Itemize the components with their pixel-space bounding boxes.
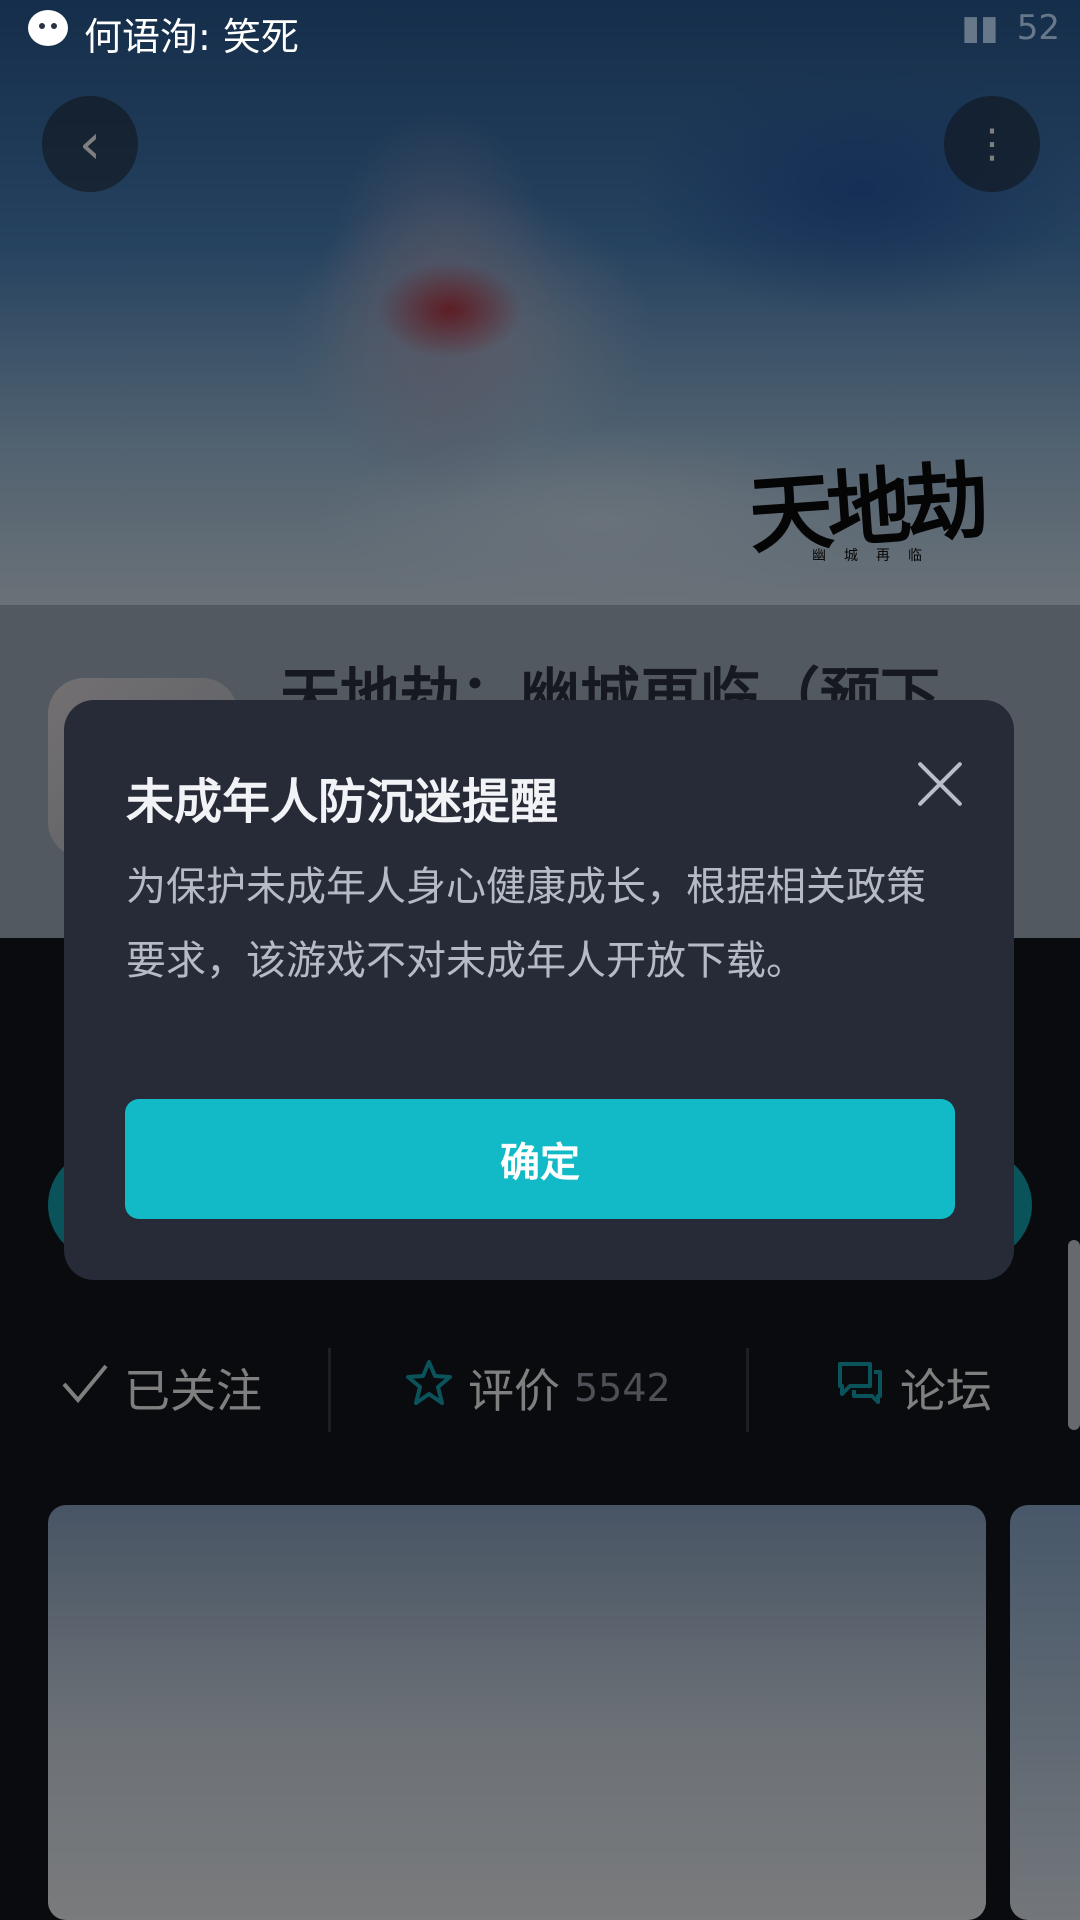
status-bar: 何语洵: 笑死 ▮▮ 52	[0, 0, 1080, 59]
dialog-title: 未成年人防沉迷提醒	[126, 774, 559, 830]
anti-addiction-dialog: 未成年人防沉迷提醒 为保护未成年人身心健康成长，根据相关政策要求，该游戏不对未成…	[64, 700, 1014, 1280]
close-icon[interactable]	[908, 752, 972, 816]
battery-level: 52	[1016, 8, 1060, 48]
status-icons: ▮▮ 52	[961, 8, 1060, 48]
notification-text: 何语洵: 笑死	[84, 15, 299, 59]
dialog-message: 为保护未成年人身心健康成长，根据相关政策要求，该游戏不对未成年人开放下载。	[126, 864, 926, 984]
confirm-button[interactable]: 确定	[125, 1099, 955, 1219]
wechat-icon	[28, 10, 68, 46]
signal-icon: ▮▮	[961, 8, 999, 48]
